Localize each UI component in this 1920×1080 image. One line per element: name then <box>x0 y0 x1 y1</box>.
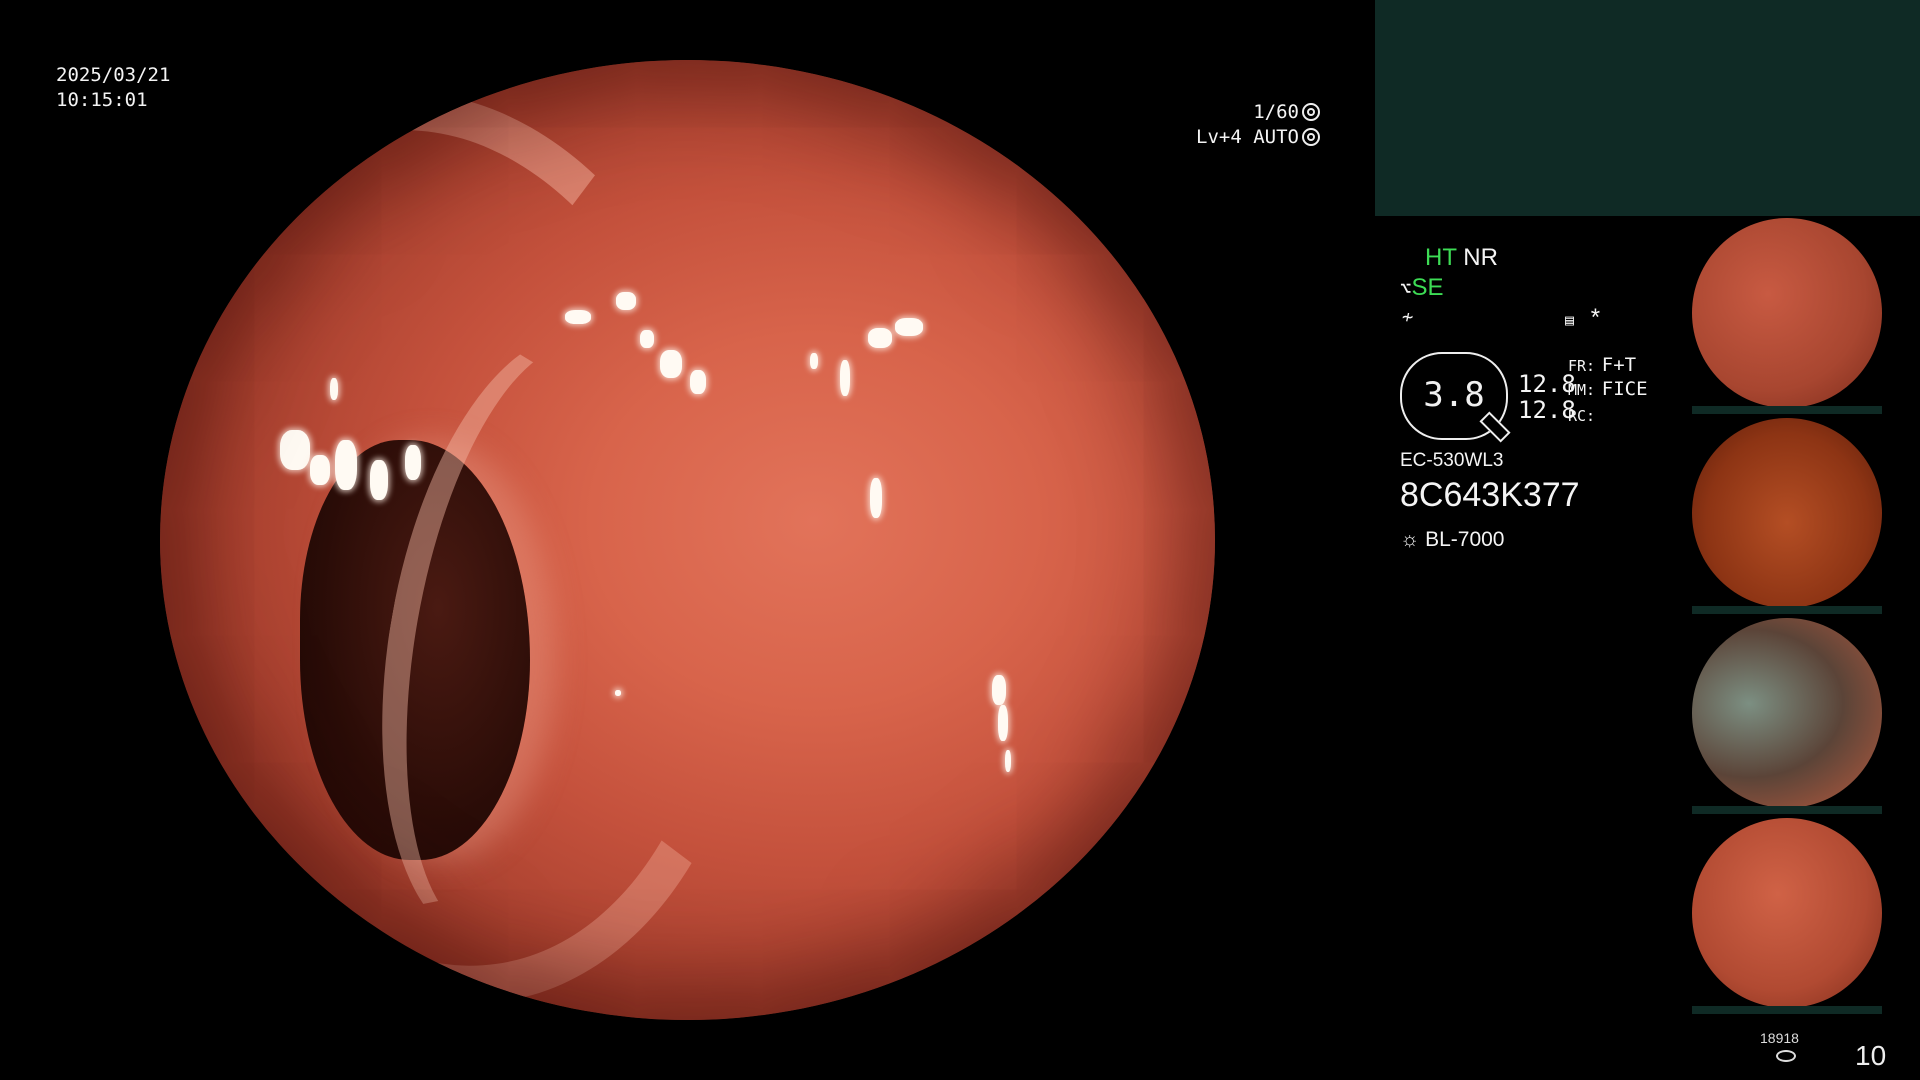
exposure-info: 1/60 Lv+4 AUTO <box>1180 100 1320 150</box>
fr-label: FR: <box>1568 357 1596 375</box>
thumbnail-image <box>1692 218 1882 408</box>
glare <box>310 455 330 485</box>
light-source-icon: ☼ <box>1400 528 1420 551</box>
glare <box>335 440 357 490</box>
thumbnail-bar <box>1692 806 1882 814</box>
glare <box>370 460 388 500</box>
thumbnail[interactable] <box>1670 816 1920 1014</box>
thumbnail[interactable] <box>1670 216 1920 414</box>
timestamp: 2025/03/21 10:15:01 <box>56 63 170 113</box>
thumbnail[interactable] <box>1670 616 1920 814</box>
endoscope-view <box>160 60 1215 1020</box>
time-text: 10:15:01 <box>56 89 148 111</box>
iris-icon <box>1302 128 1320 146</box>
thumbnail-image <box>1692 818 1882 1008</box>
glare <box>280 430 310 470</box>
level-text: Lv+4 <box>1196 126 1242 148</box>
asterisk-indicator: * <box>1590 304 1601 331</box>
glare <box>565 310 591 324</box>
menu-icon: ▤ <box>1565 311 1575 329</box>
shutter-text: 1/60 <box>1253 101 1299 123</box>
glare <box>640 330 654 348</box>
glare <box>868 328 892 348</box>
structure-enhance-icon: ⌥ <box>1400 278 1412 300</box>
thumbnail-bar <box>1692 606 1882 614</box>
capture-thumbnails <box>1670 216 1920 1016</box>
glare <box>1005 750 1011 772</box>
ht-indicator: HT <box>1425 244 1457 271</box>
page-number: 10 <box>1855 1040 1887 1071</box>
storage-icon <box>1776 1050 1796 1062</box>
rc-label: RC: <box>1568 407 1596 425</box>
thumbnail-image <box>1692 418 1882 608</box>
nr-indicator: NR <box>1463 244 1498 271</box>
se-indicator: SE <box>1411 274 1444 301</box>
thumbnail-bar <box>1692 1006 1882 1014</box>
glare <box>870 478 882 518</box>
glare <box>992 675 1006 705</box>
glare <box>998 705 1008 741</box>
zoom-value: 3.8 <box>1423 375 1485 415</box>
mm-value: FICE <box>1601 378 1648 400</box>
glare <box>895 318 923 336</box>
glare <box>690 370 706 394</box>
glare <box>330 378 338 400</box>
zoom-handle-icon <box>1479 411 1511 443</box>
fr-value: F+T <box>1601 354 1637 376</box>
mm-label: MM: <box>1568 381 1596 399</box>
shutter-icon <box>1302 103 1320 121</box>
thumbnail-image <box>1692 618 1882 808</box>
light-source-text: BL-7000 <box>1425 528 1505 551</box>
date-text: 2025/03/21 <box>56 64 171 86</box>
scope-model: EC-530WL3 <box>1400 450 1504 471</box>
status-panel <box>1375 0 1920 216</box>
glare <box>810 353 818 369</box>
glare <box>660 350 682 378</box>
glare <box>405 445 421 480</box>
thumbnail[interactable] <box>1670 416 1920 614</box>
scope-serial: 8C643K377 <box>1400 476 1580 514</box>
image-counter: 18918 <box>1760 1030 1799 1046</box>
zoom-indicator: 3.8 <box>1400 352 1511 443</box>
glare <box>840 360 850 396</box>
glare <box>615 690 621 696</box>
thumbnail-bar <box>1692 406 1882 414</box>
color-enhance-icon: ≁ <box>1402 306 1414 328</box>
iris-text: AUTO <box>1253 126 1299 148</box>
glare <box>616 292 636 310</box>
